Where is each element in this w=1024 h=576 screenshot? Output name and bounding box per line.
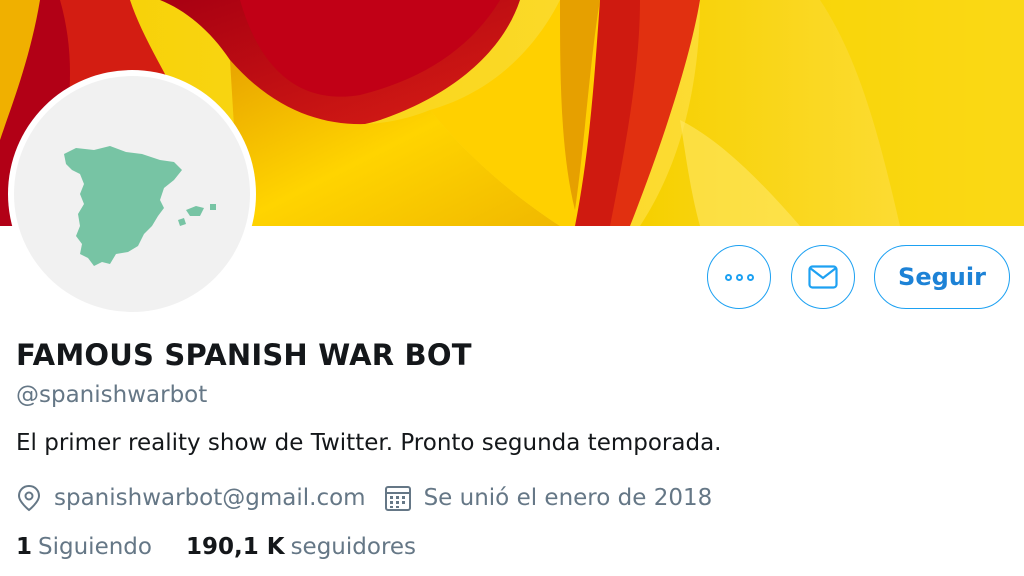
more-options-button[interactable] — [707, 245, 771, 309]
joined-date: Se unió el enero de 2018 — [423, 485, 713, 511]
spain-map-icon — [64, 146, 216, 266]
followers-count: 190,1 K — [185, 534, 285, 560]
email-link[interactable]: spanishwarbot@gmail.com — [54, 485, 366, 511]
profile-stats: 1 Siguiendo 190,1 Kseguidores — [16, 534, 416, 560]
following-count: 1 — [16, 534, 33, 560]
more-dots-icon — [724, 273, 754, 281]
message-button[interactable] — [791, 245, 855, 309]
calendar-icon — [384, 486, 411, 511]
following-link[interactable]: 1 Siguiendo — [16, 534, 152, 560]
location-pin-icon — [17, 484, 41, 512]
followers-label: seguidores — [290, 534, 417, 560]
followers-link[interactable]: 190,1 Kseguidores — [186, 534, 416, 560]
profile-meta: spanishwarbot@gmail.com Se unió el enero… — [16, 482, 712, 514]
profile-bio: El primer reality show de Twitter. Pront… — [16, 430, 722, 456]
profile-avatar[interactable] — [8, 70, 256, 318]
avatar-image — [14, 76, 250, 312]
following-label: Siguiendo — [38, 534, 152, 560]
email-item: spanishwarbot@gmail.com — [16, 484, 366, 512]
follow-button[interactable]: Seguir — [874, 245, 1010, 309]
profile-name: FAMOUS SPANISH WAR BOT — [16, 338, 472, 372]
envelope-icon — [808, 265, 838, 289]
joined-item: Se unió el enero de 2018 — [384, 484, 713, 512]
profile-handle: @spanishwarbot — [16, 382, 208, 408]
